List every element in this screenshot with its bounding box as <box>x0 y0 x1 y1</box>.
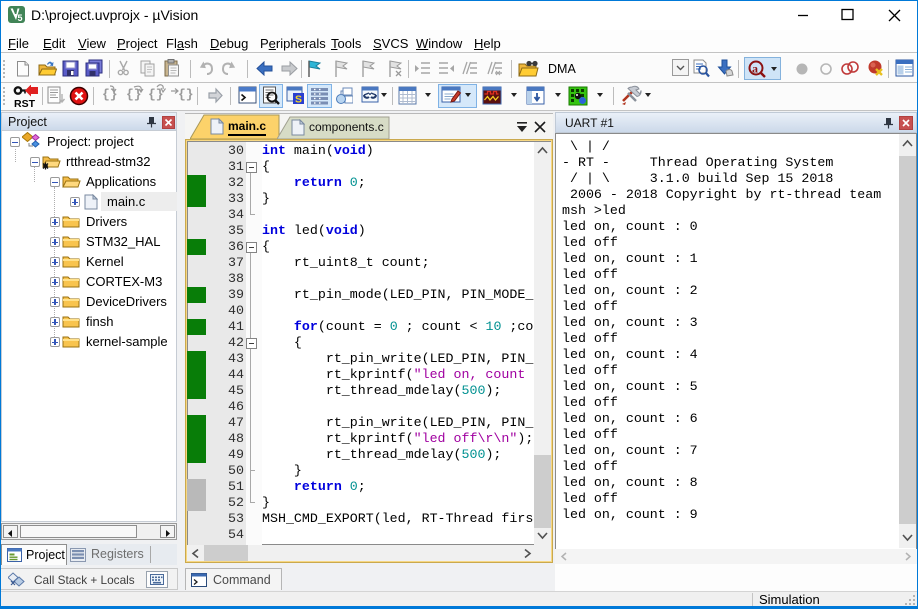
svg-text:S: S <box>295 94 302 106</box>
svg-text:5: 5 <box>18 13 23 23</box>
svg-text:RST: RST <box>14 98 36 108</box>
svg-text:a: a <box>752 62 758 76</box>
